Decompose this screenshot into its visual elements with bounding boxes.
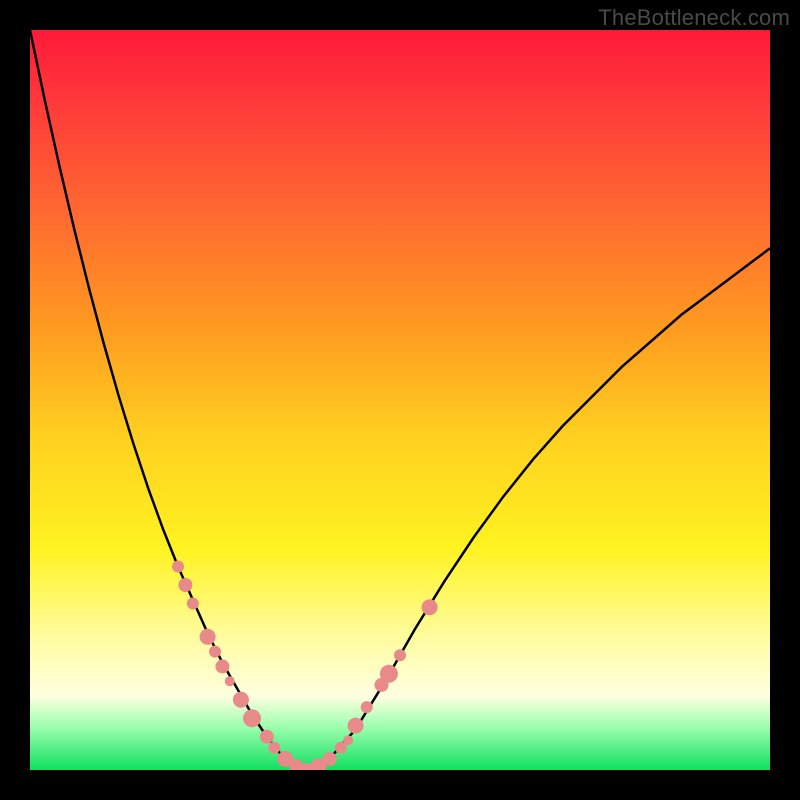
data-point — [200, 629, 216, 645]
data-point — [361, 701, 373, 713]
chart-stage: TheBottleneck.com — [0, 0, 800, 800]
data-point — [348, 718, 364, 734]
data-markers — [172, 561, 438, 771]
data-point — [209, 646, 221, 658]
data-point — [233, 692, 249, 708]
data-point — [187, 598, 199, 610]
data-point — [343, 735, 353, 745]
data-point — [178, 578, 192, 592]
chart-svg — [30, 30, 770, 770]
data-point — [380, 665, 398, 683]
data-point — [260, 730, 274, 744]
data-point — [323, 752, 337, 766]
data-point — [215, 659, 229, 673]
plot-area — [30, 30, 770, 770]
data-point — [422, 599, 438, 615]
data-point — [243, 709, 261, 727]
watermark-text: TheBottleneck.com — [598, 5, 790, 31]
data-point — [394, 649, 406, 661]
data-point — [172, 561, 184, 573]
data-point — [225, 676, 235, 686]
data-point — [268, 742, 280, 754]
